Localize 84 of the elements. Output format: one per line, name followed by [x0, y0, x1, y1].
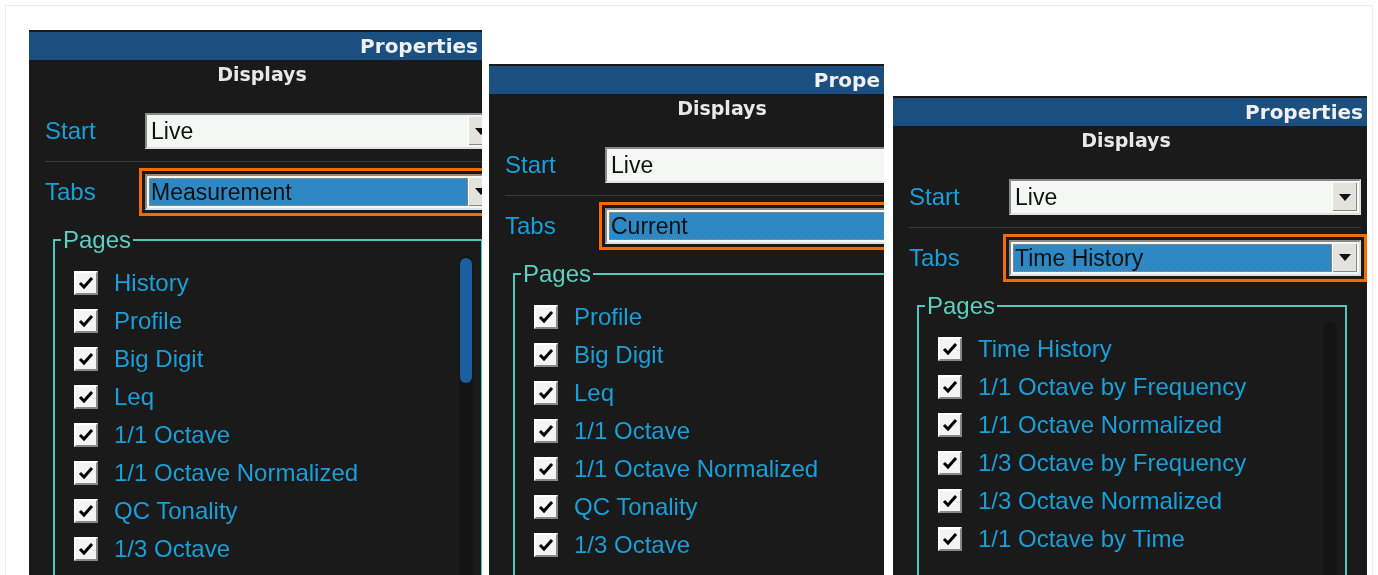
checkbox[interactable]: [74, 309, 98, 333]
page-label: QC Tonality: [114, 497, 238, 525]
checkmark-icon: [78, 504, 94, 518]
checkbox[interactable]: [938, 375, 962, 399]
checkmark-icon: [538, 386, 554, 400]
checkbox[interactable]: [74, 271, 98, 295]
field-label: Start: [45, 117, 97, 145]
checkmark-icon: [538, 310, 554, 324]
page-label: Leq: [574, 379, 615, 407]
field-label: Start: [909, 183, 961, 211]
field-label: Tabs: [505, 211, 557, 240]
page-label: 1/1 Octave Normalized: [978, 411, 1223, 439]
window-title: Properties: [360, 34, 478, 58]
checkbox[interactable]: [534, 419, 558, 443]
checkbox[interactable]: [534, 305, 558, 329]
caret-icon: [1339, 193, 1351, 201]
checkbox[interactable]: [938, 527, 962, 551]
section-heading: Displays: [217, 63, 307, 85]
page-label: 1/1 Octave Normalized: [114, 459, 359, 487]
checkbox[interactable]: [74, 347, 98, 371]
checkmark-icon: [78, 314, 94, 328]
checkmark-icon: [538, 462, 554, 476]
checkbox[interactable]: [74, 537, 98, 561]
checkmark-icon: [538, 348, 554, 362]
checkmark-icon: [942, 494, 958, 508]
page-label: Profile: [114, 307, 183, 335]
checkbox[interactable]: [938, 451, 962, 475]
window-title: Prope: [813, 68, 880, 92]
page-label: 1/3 Octave: [574, 531, 691, 559]
scrollbar-thumb[interactable]: [460, 258, 472, 383]
checkmark-icon: [942, 456, 958, 470]
checkmark-icon: [78, 352, 94, 366]
checkbox[interactable]: [534, 495, 558, 519]
caret-icon: [1339, 254, 1351, 261]
group-label: Pages: [926, 292, 997, 320]
checkmark-icon: [78, 390, 94, 404]
page-label: 1/1 Octave by Time: [978, 525, 1185, 553]
checkmark-icon: [78, 466, 94, 480]
window-title: Properties: [1245, 100, 1363, 124]
checkbox[interactable]: [534, 533, 558, 557]
page-label: History: [114, 269, 189, 297]
group-label: Pages: [522, 260, 593, 288]
page-label: 1/1 Octave: [574, 417, 691, 445]
checkbox[interactable]: [938, 489, 962, 513]
checkbox[interactable]: [74, 423, 98, 447]
checkbox[interactable]: [534, 381, 558, 405]
section-heading: Displays: [677, 97, 767, 119]
checkbox[interactable]: [74, 385, 98, 409]
group-label: Pages: [62, 226, 133, 254]
field-label: Start: [505, 151, 557, 179]
page-label: Big Digit: [114, 345, 204, 373]
page-label: 1/3 Octave: [114, 535, 231, 563]
page-label: 1/3 Octave by Frequency: [978, 449, 1247, 477]
checkbox[interactable]: [938, 337, 962, 361]
checkmark-icon: [538, 500, 554, 514]
page-label: 1/1 Octave by Frequency: [978, 373, 1247, 401]
checkmark-icon: [538, 424, 554, 438]
page-label: QC Tonality: [574, 493, 698, 521]
checkmark-icon: [78, 428, 94, 442]
checkmark-icon: [942, 418, 958, 432]
checkmark-icon: [942, 532, 958, 546]
dropdown[interactable]: Live: [145, 113, 482, 149]
checkmark-icon: [78, 542, 94, 556]
field-label: Tabs: [45, 177, 97, 206]
checkbox[interactable]: [74, 461, 98, 485]
checkbox[interactable]: [534, 343, 558, 367]
page-label: 1/1 Octave Normalized: [574, 455, 819, 483]
dropdown[interactable]: Live: [605, 147, 884, 183]
dropdown[interactable]: Live: [1009, 179, 1361, 215]
checkbox[interactable]: [938, 413, 962, 437]
page-label: 1/3 Octave Normalized: [978, 487, 1223, 515]
checkmark-icon: [538, 538, 554, 552]
checkmark-icon: [942, 342, 958, 356]
page-label: Profile: [574, 303, 643, 331]
checkmark-icon: [78, 276, 94, 290]
checkbox[interactable]: [74, 499, 98, 523]
section-heading: Displays: [1081, 129, 1171, 151]
page-label: 1/1 Octave: [114, 421, 231, 449]
checkbox[interactable]: [534, 457, 558, 481]
page-label: Big Digit: [574, 341, 664, 369]
checkmark-icon: [942, 380, 958, 394]
field-label: Tabs: [909, 243, 961, 272]
page-label: Leq: [114, 383, 155, 411]
page-label: Time History: [978, 335, 1112, 363]
